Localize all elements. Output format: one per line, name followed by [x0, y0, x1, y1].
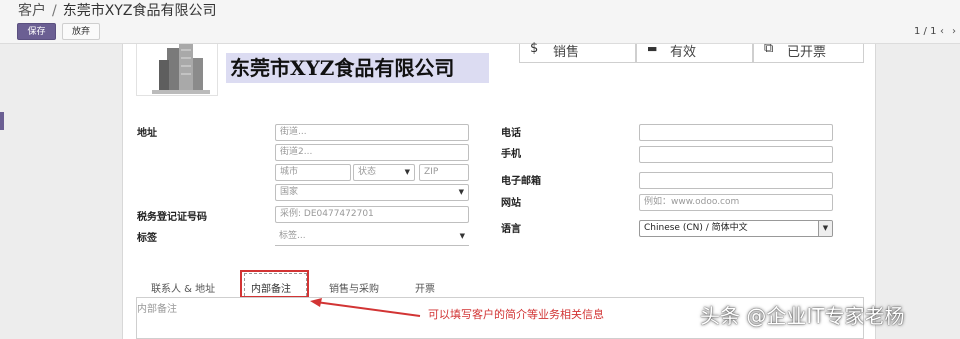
- tax-id-input[interactable]: 采例: DE0477472701: [275, 206, 469, 223]
- tags-placeholder: 标签...: [279, 231, 306, 241]
- tab-invoicing[interactable]: 开票: [415, 280, 435, 295]
- annotation-highlight-box: [240, 270, 309, 298]
- chevron-down-icon: ▼: [458, 188, 464, 196]
- chevron-down-icon: ▼: [818, 221, 832, 236]
- archive-icon: ▬: [647, 42, 658, 55]
- street-input[interactable]: 街道...: [275, 124, 469, 141]
- state-select[interactable]: 状态 ▼: [353, 164, 415, 181]
- mobile-input[interactable]: [639, 146, 833, 163]
- email-input[interactable]: [639, 172, 833, 189]
- sales-stat-button[interactable]: $ 销售: [519, 41, 636, 63]
- country-placeholder: 国家: [280, 187, 299, 197]
- discard-button[interactable]: 放弃: [62, 23, 100, 40]
- chevron-down-icon: ▼: [404, 168, 410, 176]
- building-icon: [152, 44, 210, 94]
- tags-label: 标签: [137, 233, 157, 244]
- sales-stat-label: 销售: [553, 45, 580, 60]
- form-sheet: 东莞市XYZ食品有限公司 $ 销售 ▬ 有效 ⧉ 已开票 地址 街道... 街道…: [122, 41, 876, 339]
- email-label: 电子邮箱: [501, 176, 541, 187]
- language-select[interactable]: Chinese (CN) / 简体中文 ▼: [639, 220, 833, 237]
- invoiced-stat-label: 已开票: [787, 45, 827, 60]
- mobile-label: 手机: [501, 149, 521, 160]
- city-input[interactable]: 城市: [275, 164, 351, 181]
- save-button[interactable]: 保存: [17, 23, 56, 40]
- tab-sales-purchases[interactable]: 销售与采购: [329, 280, 379, 295]
- internal-notes-textarea[interactable]: 内部备注: [137, 300, 177, 315]
- pager-prev-button[interactable]: ‹: [936, 23, 948, 40]
- control-panel: 客户 / 东莞市XYZ食品有限公司 保存 放弃 1 / 1 ‹ ›: [0, 0, 960, 44]
- company-name-field[interactable]: 东莞市XYZ食品有限公司: [226, 53, 489, 83]
- sidebar-edge-marker: [0, 112, 4, 130]
- tax-id-label: 税务登记证号码: [137, 212, 207, 223]
- language-value: Chinese (CN) / 简体中文: [644, 223, 748, 233]
- pager-next-button[interactable]: ›: [948, 23, 960, 40]
- phone-label: 电话: [501, 128, 521, 139]
- breadcrumb: 客户 / 东莞市XYZ食品有限公司: [18, 0, 216, 22]
- annotation-text: 可以填写客户的简介等业务相关信息: [428, 308, 604, 321]
- breadcrumb-parent-link[interactable]: 客户: [18, 3, 46, 19]
- pager-counter[interactable]: 1 / 1: [914, 23, 936, 40]
- breadcrumb-separator: /: [52, 3, 57, 19]
- tags-input[interactable]: 标签... ▼: [275, 229, 469, 246]
- phone-input[interactable]: [639, 124, 833, 141]
- address-label: 地址: [137, 128, 157, 139]
- company-avatar[interactable]: [136, 44, 218, 96]
- zip-input[interactable]: ZIP: [419, 164, 469, 181]
- language-label: 语言: [501, 224, 521, 235]
- active-stat-label: 有效: [670, 45, 697, 60]
- dollar-icon: $: [530, 41, 539, 56]
- website-input[interactable]: 例如：www.odoo.com: [639, 194, 833, 211]
- breadcrumb-current: 东莞市XYZ食品有限公司: [62, 3, 217, 19]
- website-label: 网站: [501, 198, 521, 209]
- chevron-down-icon: ▼: [459, 232, 465, 240]
- invoice-icon: ⧉: [764, 41, 774, 56]
- watermark: 头条 @企业IT专家老杨: [700, 304, 905, 328]
- street2-input[interactable]: 街道2...: [275, 144, 469, 161]
- state-placeholder: 状态: [358, 167, 377, 177]
- invoiced-stat-button[interactable]: ⧉ 已开票: [753, 41, 864, 63]
- country-select[interactable]: 国家 ▼: [275, 184, 469, 201]
- tab-contacts-addresses[interactable]: 联系人 & 地址: [151, 280, 215, 295]
- active-stat-button[interactable]: ▬ 有效: [636, 42, 753, 63]
